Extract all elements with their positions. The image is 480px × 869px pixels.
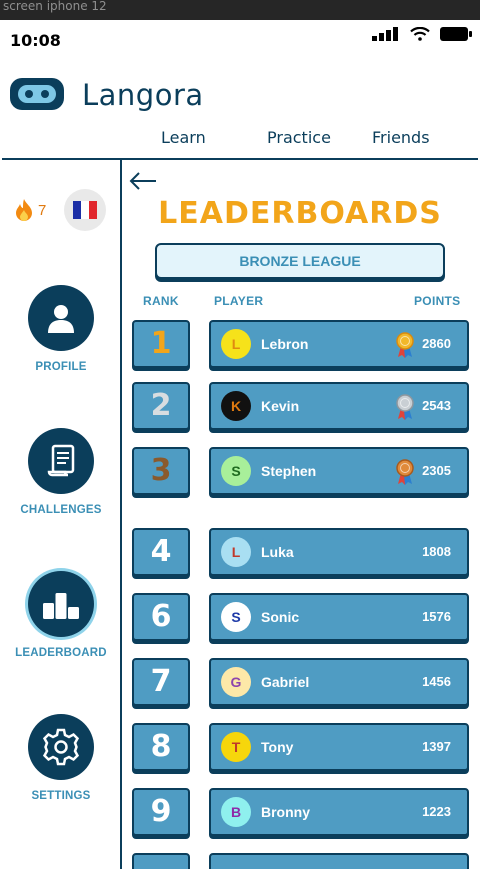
player-name: Sonic — [261, 609, 300, 625]
battery-icon — [440, 27, 472, 41]
player-row[interactable]: K Kevin 2543 — [209, 382, 469, 430]
player-row[interactable]: L Lebron 2860 — [209, 320, 469, 368]
player-name: Luka — [261, 544, 294, 560]
streak-counter: 7 — [14, 198, 46, 222]
signal-icon — [372, 27, 398, 41]
rank-cell: 9 — [132, 788, 190, 836]
player-points: 1397 — [422, 739, 451, 754]
rank-cell: 1 — [132, 320, 190, 368]
logo-icon — [10, 78, 64, 110]
silver-medal-icon — [396, 394, 414, 420]
phone-screen: 10:08 Langora Learn Practice Friends 7 P… — [2, 20, 478, 869]
player-points: 1456 — [422, 674, 451, 689]
player-row[interactable]: S Stephen 2305 — [209, 447, 469, 495]
nav-practice[interactable]: Practice — [267, 128, 331, 147]
rank-cell: 2 — [132, 382, 190, 430]
challenges-button[interactable] — [28, 428, 94, 494]
status-time: 10:08 — [10, 31, 61, 50]
sidebar-label-profile: PROFILE — [35, 361, 87, 373]
gear-icon — [42, 728, 80, 766]
avatar: S — [221, 456, 251, 486]
rank-cell-partial — [132, 853, 190, 869]
avatar: L — [221, 537, 251, 567]
avatar: T — [221, 732, 251, 762]
page-title: LEADERBOARDS — [158, 196, 442, 231]
streak-count: 7 — [38, 201, 47, 219]
avatar: G — [221, 667, 251, 697]
french-flag-icon — [73, 201, 97, 219]
app-header: Langora Learn Practice Friends — [2, 60, 478, 160]
league-badge[interactable]: BRONZE LEAGUE — [155, 243, 445, 279]
rank-cell: 7 — [132, 658, 190, 706]
nav-friends[interactable]: Friends — [372, 128, 430, 147]
wifi-icon — [410, 27, 430, 41]
rank-cell: 4 — [132, 528, 190, 576]
app-brand: Langora — [82, 78, 204, 112]
bronze-medal-icon — [396, 459, 414, 485]
column-header-player: PLAYER — [214, 294, 264, 308]
column-header-rank: RANK — [143, 294, 179, 308]
column-header-points: POINTS — [414, 294, 461, 308]
sidebar-item-profile[interactable]: PROFILE — [2, 285, 120, 373]
rank-cell: 8 — [132, 723, 190, 771]
player-name: Bronny — [261, 804, 310, 820]
player-name: Lebron — [261, 336, 309, 352]
rank-cell: 6 — [132, 593, 190, 641]
player-points: 2860 — [422, 336, 451, 351]
profile-button[interactable] — [28, 285, 94, 351]
player-name: Gabriel — [261, 674, 310, 690]
rank-cell: 3 — [132, 447, 190, 495]
player-points: 1808 — [422, 544, 451, 559]
settings-button[interactable] — [28, 714, 94, 780]
sidebar-label-challenges: CHALLENGES — [20, 504, 102, 516]
player-name: Stephen — [261, 463, 317, 479]
status-icons — [372, 27, 472, 41]
player-row[interactable]: G Gabriel 1456 — [209, 658, 469, 706]
sidebar-item-settings[interactable]: SETTINGS — [2, 714, 120, 802]
language-flag-button[interactable] — [64, 189, 106, 231]
player-points: 1223 — [422, 804, 451, 819]
status-bar: 10:08 — [2, 20, 478, 60]
sidebar: 7 PROFILE CHALLENGES LEADERBOARD SETTING… — [2, 158, 122, 869]
player-points: 2305 — [422, 463, 451, 478]
sidebar-label-settings: SETTINGS — [31, 790, 91, 802]
sidebar-item-challenges[interactable]: CHALLENGES — [2, 428, 120, 516]
podium-icon — [43, 593, 79, 619]
frame-title: screen iphone 12 — [3, 0, 107, 13]
leaderboard-panel: LEADERBOARDS BRONZE LEAGUE RANK PLAYER P… — [122, 158, 478, 869]
sidebar-item-leaderboard[interactable]: LEADERBOARD — [2, 571, 120, 659]
sidebar-label-leaderboard: LEADERBOARD — [15, 647, 107, 659]
profile-icon — [48, 305, 74, 333]
nav-learn[interactable]: Learn — [161, 128, 206, 147]
player-points: 2543 — [422, 398, 451, 413]
player-row[interactable]: S Sonic 1576 — [209, 593, 469, 641]
player-name: Tony — [261, 739, 294, 755]
player-name: Kevin — [261, 398, 300, 414]
avatar: S — [221, 602, 251, 632]
flame-icon — [16, 199, 32, 221]
avatar: K — [221, 391, 251, 421]
avatar: L — [221, 329, 251, 359]
scroll-icon — [47, 444, 75, 477]
player-row-partial[interactable] — [209, 853, 469, 869]
gold-medal-icon — [396, 332, 414, 358]
player-row[interactable]: L Luka 1808 — [209, 528, 469, 576]
back-arrow-icon[interactable] — [128, 168, 158, 194]
leaderboard-button[interactable] — [28, 571, 94, 637]
player-points: 1576 — [422, 609, 451, 624]
player-row[interactable]: B Bronny 1223 — [209, 788, 469, 836]
avatar: B — [221, 797, 251, 827]
preview-frame-bar: screen iphone 12 — [0, 0, 480, 20]
player-row[interactable]: T Tony 1397 — [209, 723, 469, 771]
